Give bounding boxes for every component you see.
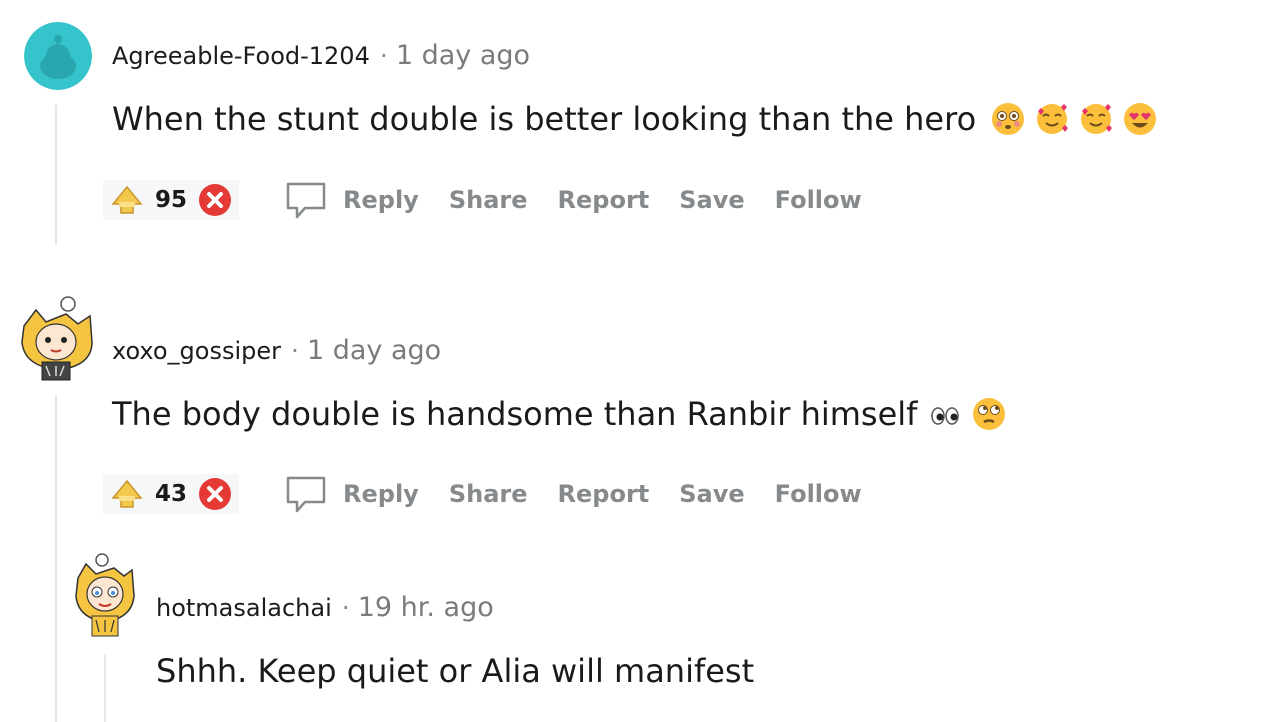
- comment-body: Shhh. Keep quiet or Alia will manifest: [156, 652, 754, 690]
- avatar[interactable]: [24, 22, 92, 90]
- comment-thread: Agreeable-Food-1204 · 1 day ago When the…: [0, 0, 1280, 722]
- downvote-icon[interactable]: [197, 182, 233, 218]
- save-button[interactable]: Save: [679, 480, 744, 508]
- comment-body: The body double is handsome than Ranbir …: [112, 395, 1007, 433]
- comment-meta: xoxo_gossiper · 1 day ago: [112, 335, 441, 366]
- comment-text: When the stunt double is better looking …: [112, 100, 977, 138]
- meta-separator: ·: [341, 593, 350, 622]
- report-button[interactable]: Report: [558, 186, 650, 214]
- meta-separator: ·: [291, 336, 299, 365]
- report-label: Report: [557, 186, 650, 214]
- vote-box: 43: [103, 474, 240, 514]
- save-label: Save: [679, 186, 745, 214]
- avatar[interactable]: [72, 552, 138, 638]
- smiling-face-with-hearts-icon: [1078, 101, 1114, 137]
- upvote-award-icon[interactable]: [109, 182, 145, 218]
- comment-text: The body double is handsome than Ranbir …: [112, 395, 918, 433]
- reply-label: Reply: [343, 186, 419, 214]
- report-label: Report: [557, 480, 650, 508]
- meta-separator: ·: [379, 41, 388, 70]
- share-label: Share: [448, 480, 528, 508]
- downvote-icon[interactable]: [197, 476, 233, 512]
- comment-body: When the stunt double is better looking …: [112, 100, 1158, 138]
- thread-line[interactable]: [104, 655, 106, 722]
- vote-count: 95: [155, 187, 188, 213]
- save-button[interactable]: Save: [679, 186, 744, 214]
- share-label: Share: [448, 186, 528, 214]
- reply-button[interactable]: Reply: [283, 177, 419, 223]
- reply-button[interactable]: Reply: [283, 471, 419, 517]
- username[interactable]: hotmasalachai: [156, 594, 332, 622]
- vote-count: 43: [155, 481, 188, 507]
- upvote-award-icon[interactable]: [109, 476, 145, 512]
- avatar[interactable]: [16, 296, 96, 382]
- comment-bubble-icon: [286, 182, 326, 219]
- thread-line[interactable]: [55, 105, 57, 245]
- comment-bubble-icon: [286, 476, 326, 513]
- follow-button[interactable]: Follow: [775, 480, 862, 508]
- share-button[interactable]: Share: [449, 186, 528, 214]
- comment-text: Shhh. Keep quiet or Alia will manifest: [156, 652, 755, 690]
- thread-line[interactable]: [55, 395, 57, 722]
- flushed-face-icon: [990, 101, 1026, 137]
- comment-meta: Agreeable-Food-1204 · 1 day ago: [112, 40, 530, 71]
- follow-label: Follow: [774, 480, 862, 508]
- comment-meta: hotmasalachai · 19 hr. ago: [156, 592, 494, 623]
- smiling-face-with-hearts-icon: [1034, 101, 1070, 137]
- vote-box: 95: [103, 180, 240, 220]
- follow-label: Follow: [774, 186, 862, 214]
- timestamp[interactable]: 19 hr. ago: [358, 592, 494, 623]
- timestamp[interactable]: 1 day ago: [396, 40, 530, 71]
- share-button[interactable]: Share: [449, 480, 528, 508]
- save-label: Save: [679, 480, 745, 508]
- comment-actions: 43 Reply Share Report Save Follow: [103, 471, 892, 517]
- face-with-rolling-eyes-icon: [971, 396, 1007, 432]
- comment-actions: 95 Reply Share Report Save Follow: [103, 177, 892, 223]
- username[interactable]: xoxo_gossiper: [112, 337, 281, 365]
- heart-eyes-icon: [1122, 101, 1158, 137]
- report-button[interactable]: Report: [558, 480, 650, 508]
- reply-label: Reply: [343, 480, 419, 508]
- follow-button[interactable]: Follow: [775, 186, 862, 214]
- timestamp[interactable]: 1 day ago: [307, 335, 441, 366]
- eyes-icon: [927, 396, 963, 432]
- username[interactable]: Agreeable-Food-1204: [112, 42, 370, 70]
